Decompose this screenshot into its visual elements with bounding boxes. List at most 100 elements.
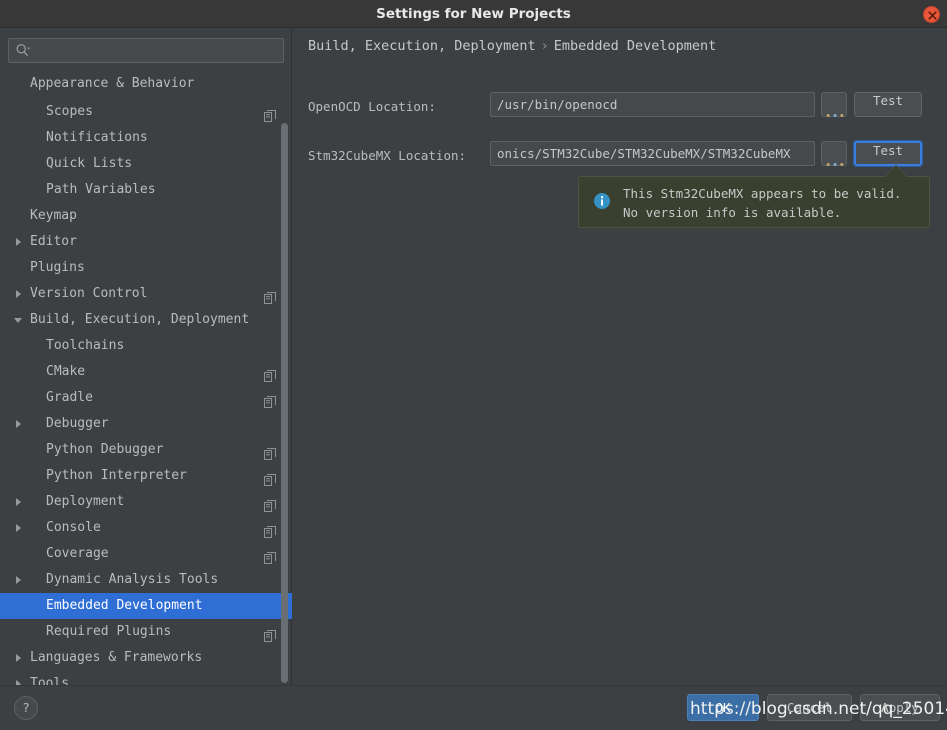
sidebar-item-python-debugger[interactable]: Python Debugger [0,437,292,463]
stm32cubemx-location-input[interactable] [490,141,815,166]
sticky-category-header: Appearance & Behavior [0,73,286,94]
sidebar-item-deployment[interactable]: Deployment [0,489,292,515]
sidebar-item-path-variables[interactable]: Path Variables [0,177,292,203]
sidebar-item-label: Python Debugger [46,442,164,457]
apply-button[interactable]: Apply [860,694,940,721]
settings-dialog: Settings for New Projects Appearance & B… [0,0,947,730]
settings-tree[interactable]: Appearance & Behavior Scopes Notifications… [0,73,292,685]
sidebar-item-notifications[interactable]: Notifications [0,125,292,151]
window-title: Settings for New Projects [376,6,571,22]
breadcrumb-parent[interactable]: Build, Execution, Deployment [308,38,536,54]
sidebar-item-cmake[interactable]: CMake [0,359,292,385]
ellipsis-icon [826,103,844,122]
sidebar-item-plugins[interactable]: Plugins [0,255,292,281]
search-input[interactable] [8,38,284,63]
stm32cubemx-browse-button[interactable] [821,141,847,166]
module-scope-glyph [264,292,276,304]
sidebar-item-label: Languages & Frameworks [30,650,203,665]
sidebar-item-label: Deployment [46,494,125,509]
sidebar-item-console[interactable]: Console [0,515,292,541]
sidebar-item-label: Console [46,520,101,535]
module-scope-glyph [264,110,276,122]
sidebar-item-dynamic-analysis-tools[interactable]: Dynamic Analysis Tools [0,567,292,593]
sidebar-item-gradle[interactable]: Gradle [0,385,292,411]
sidebar-item-label: Dynamic Analysis Tools [46,572,219,587]
cancel-button[interactable]: Cancel [767,694,852,721]
module-scope-glyph [264,396,276,408]
validation-tooltip: This Stm32CubeMX appears to be valid. No… [578,176,930,228]
close-glyph [928,11,937,20]
sidebar-item-required-plugins[interactable]: Required Plugins [0,619,292,645]
chevron-down-icon[interactable] [14,318,22,323]
openocd-test-button[interactable]: Test [854,92,922,117]
module-scope-glyph [264,448,276,460]
sidebar-item-label: CMake [46,364,86,379]
openocd-location-label: OpenOCD Location: [308,99,436,114]
chevron-right-icon[interactable] [16,238,21,246]
info-icon [593,192,611,214]
ellipsis-icon [826,152,844,171]
sidebar-item-scopes[interactable]: Scopes [0,99,292,125]
close-icon[interactable] [923,6,940,23]
sidebar-item-toolchains[interactable]: Toolchains [0,333,292,359]
sticky-category-label: Appearance & Behavior [30,76,195,91]
stm32cubemx-location-label: Stm32CubeMX Location: [308,148,467,163]
help-button[interactable]: ? [14,696,38,720]
sidebar-item-label: Version Control [30,286,148,301]
sidebar-item-build-execution-deployment[interactable]: Build, Execution, Deployment [0,307,292,333]
sidebar-item-label: Coverage [46,546,109,561]
module-scope-glyph [264,474,276,486]
sidebar-scrollbar[interactable] [281,123,288,683]
sidebar-item-coverage[interactable]: Coverage [0,541,292,567]
chevron-right-icon[interactable] [16,524,21,532]
sidebar-item-languages-frameworks[interactable]: Languages & Frameworks [0,645,292,671]
module-scope-glyph [264,630,276,642]
sidebar-item-label: Toolchains [46,338,125,353]
chevron-right-icon[interactable] [16,654,21,662]
chevron-right-icon[interactable] [16,420,21,428]
tooltip-arrow [885,166,907,177]
ellipsis-glyph [826,114,844,117]
sidebar-item-quick-lists[interactable]: Quick Lists [0,151,292,177]
sidebar-item-label: Debugger [46,416,109,431]
sidebar-item-tools[interactable]: Tools [0,671,292,685]
stm32cubemx-test-button[interactable]: Test [854,141,922,166]
sidebar-item-label: Python Interpreter [46,468,187,483]
search-box[interactable] [8,38,284,63]
openocd-browse-button[interactable] [821,92,847,117]
sidebar-item-label: Build, Execution, Deployment [30,312,250,327]
breadcrumb-current: Embedded Development [553,38,717,54]
sidebar-item-label: Required Plugins [46,624,172,639]
sidebar-item-keymap[interactable]: Keymap [0,203,292,229]
sidebar-item-embedded-development[interactable]: Embedded Development [0,593,292,619]
sidebar-item-label: Tools [30,676,70,685]
sidebar-item-label: Embedded Development [46,598,203,613]
sidebar-item-label: Editor [30,234,77,249]
sidebar-item-label: Quick Lists [46,156,133,171]
settings-sidebar: Appearance & Behavior Scopes Notifications… [0,28,292,685]
chevron-right-icon[interactable] [16,498,21,506]
tooltip-line-2: No version info is available. [623,205,842,220]
chevron-right-icon[interactable] [16,290,21,298]
info-glyph [594,193,610,209]
sidebar-item-label: Scopes [46,104,93,119]
sidebar-item-debugger[interactable]: Debugger [0,411,292,437]
ok-button[interactable]: OK [687,694,759,721]
chevron-right-icon[interactable] [16,576,21,584]
breadcrumb: Build, Execution, Deployment › Embedded De… [308,38,716,54]
sidebar-item-label: Keymap [30,208,77,223]
breadcrumb-separator: › [540,38,549,54]
sidebar-item-label: Notifications [46,130,148,145]
module-scope-glyph [264,500,276,512]
sidebar-item-python-interpreter[interactable]: Python Interpreter [0,463,292,489]
module-scope-glyph [264,526,276,538]
module-scope-glyph [264,552,276,564]
sidebar-item-editor[interactable]: Editor [0,229,292,255]
sidebar-item-label: Gradle [46,390,93,405]
openocd-location-input[interactable] [490,92,815,117]
settings-main-panel: Build, Execution, Deployment › Embedded De… [293,28,947,685]
ellipsis-glyph [826,163,844,166]
sidebar-item-label: Plugins [30,260,85,275]
sidebar-item-version-control[interactable]: Version Control [0,281,292,307]
tooltip-line-1: This Stm32CubeMX appears to be valid. [623,186,902,201]
